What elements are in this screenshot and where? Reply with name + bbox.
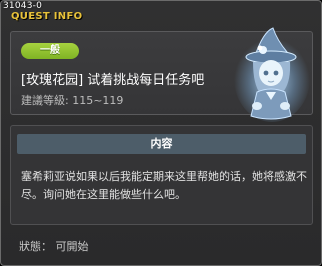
quest-type-badge: 一般 — [21, 43, 79, 59]
recommended-level: 建議等級: 115~119 — [21, 94, 124, 107]
quest-info-window: 31043-0 QUEST INFO 一般 [玫瑰花园] 试着挑战每日任务吧 建… — [0, 0, 322, 266]
quest-content-panel: 内容 塞希莉亚说如果以后我能定期来这里帮她的话，她将感激不尽。询问她在这里能做些… — [10, 125, 313, 225]
content-header: 内容 — [17, 134, 306, 154]
window-title: QUEST INFO — [11, 11, 83, 22]
quest-status: 狀態： 可開始 — [19, 240, 89, 253]
quest-name: [玫瑰花园] 试着挑战每日任务吧 — [21, 73, 205, 88]
quest-description: 塞希莉亚说如果以后我能定期来这里帮她的话，她将感激不尽。询问她在这里能做些什么吧… — [21, 170, 307, 201]
npc-portrait-icon — [234, 27, 310, 122]
quest-id-tag: 31043-0 — [3, 1, 43, 11]
quest-summary-panel: 一般 [玫瑰花园] 试着挑战每日任务吧 建議等級: 115~119 — [10, 27, 313, 122]
